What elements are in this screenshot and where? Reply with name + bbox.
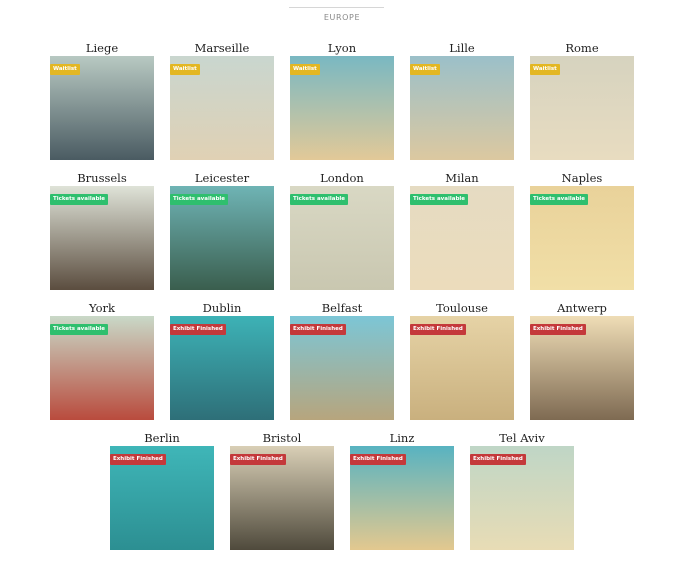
city-name: Lille xyxy=(449,41,475,55)
city-photo[interactable]: Tickets available xyxy=(50,186,154,290)
city-name: Lyon xyxy=(327,41,357,55)
city-row: Berlin Exhibit Finished Bristol Exhibit F… xyxy=(0,431,684,550)
city-name: London xyxy=(320,171,364,185)
city-row: York Tickets available Dublin Exhibit Fin… xyxy=(0,301,684,420)
city-photo[interactable]: Tickets available xyxy=(290,186,394,290)
city-photo[interactable]: Waitlist xyxy=(50,56,154,160)
city-card-lyon[interactable]: Lyon Waitlist xyxy=(290,41,394,160)
status-badge: Exhibit Finished xyxy=(230,454,286,465)
city-card-tel-aviv[interactable]: Tel Aviv Exhibit Finished xyxy=(470,431,574,550)
status-badge: Exhibit Finished xyxy=(350,454,406,465)
city-card-bristol[interactable]: Bristol Exhibit Finished xyxy=(230,431,334,550)
status-badge: Tickets available xyxy=(170,194,228,205)
city-photo[interactable]: Exhibit Finished xyxy=(170,316,274,420)
city-name: Antwerp xyxy=(557,301,607,315)
city-photo[interactable]: Tickets available xyxy=(50,316,154,420)
city-name: Rome xyxy=(565,41,599,55)
city-photo[interactable]: Tickets available xyxy=(410,186,514,290)
city-row: Liege Waitlist Marseille Waitlist Lyon Wai… xyxy=(0,41,684,160)
status-badge: Waitlist xyxy=(50,64,80,75)
status-badge: Waitlist xyxy=(410,64,440,75)
city-card-marseille[interactable]: Marseille Waitlist xyxy=(170,41,274,160)
city-name: Brussels xyxy=(77,171,127,185)
status-badge: Exhibit Finished xyxy=(110,454,166,465)
status-badge: Waitlist xyxy=(290,64,320,75)
city-card-leicester[interactable]: Leicester Tickets available xyxy=(170,171,274,290)
city-photo[interactable]: Exhibit Finished xyxy=(530,316,634,420)
status-badge: Tickets available xyxy=(50,324,108,335)
city-name: Bristol xyxy=(262,431,302,445)
city-photo[interactable]: Exhibit Finished xyxy=(410,316,514,420)
city-name: Tel Aviv xyxy=(499,431,545,445)
city-photo[interactable]: Waitlist xyxy=(170,56,274,160)
city-card-liege[interactable]: Liege Waitlist xyxy=(50,41,154,160)
city-card-belfast[interactable]: Belfast Exhibit Finished xyxy=(290,301,394,420)
city-card-york[interactable]: York Tickets available xyxy=(50,301,154,420)
city-name: York xyxy=(89,301,115,315)
city-name: Liege xyxy=(85,41,119,55)
status-badge: Exhibit Finished xyxy=(530,324,586,335)
city-photo[interactable]: Exhibit Finished xyxy=(350,446,454,550)
status-badge: Tickets available xyxy=(290,194,348,205)
status-badge: Exhibit Finished xyxy=(290,324,346,335)
city-photo[interactable]: Waitlist xyxy=(410,56,514,160)
status-badge: Tickets available xyxy=(410,194,468,205)
city-name: Naples xyxy=(561,171,603,185)
city-name: Linz xyxy=(389,431,415,445)
city-card-berlin[interactable]: Berlin Exhibit Finished xyxy=(110,431,214,550)
city-card-dublin[interactable]: Dublin Exhibit Finished xyxy=(170,301,274,420)
city-photo[interactable]: Waitlist xyxy=(530,56,634,160)
city-photo[interactable]: Exhibit Finished xyxy=(110,446,214,550)
city-name: Marseille xyxy=(194,41,250,55)
city-name: Leicester xyxy=(194,171,250,185)
city-card-toulouse[interactable]: Toulouse Exhibit Finished xyxy=(410,301,514,420)
status-badge: Waitlist xyxy=(530,64,560,75)
city-name: Dublin xyxy=(202,301,242,315)
city-photo[interactable]: Exhibit Finished xyxy=(230,446,334,550)
status-badge: Exhibit Finished xyxy=(170,324,226,335)
city-name: Berlin xyxy=(144,431,180,445)
status-badge: Tickets available xyxy=(530,194,588,205)
city-photo[interactable]: Exhibit Finished xyxy=(470,446,574,550)
city-photo[interactable]: Exhibit Finished xyxy=(290,316,394,420)
city-photo[interactable]: Tickets available xyxy=(530,186,634,290)
city-row: Brussels Tickets available Leicester Tick… xyxy=(0,171,684,290)
city-photo[interactable]: Waitlist xyxy=(290,56,394,160)
city-card-brussels[interactable]: Brussels Tickets available xyxy=(50,171,154,290)
status-badge: Exhibit Finished xyxy=(410,324,466,335)
city-name: Toulouse xyxy=(436,301,488,315)
city-card-london[interactable]: London Tickets available xyxy=(290,171,394,290)
city-card-lille[interactable]: Lille Waitlist xyxy=(410,41,514,160)
status-badge: Exhibit Finished xyxy=(470,454,526,465)
city-name: Milan xyxy=(445,171,479,185)
city-photo[interactable]: Tickets available xyxy=(170,186,274,290)
city-card-antwerp[interactable]: Antwerp Exhibit Finished xyxy=(530,301,634,420)
city-card-naples[interactable]: Naples Tickets available xyxy=(530,171,634,290)
city-card-linz[interactable]: Linz Exhibit Finished xyxy=(350,431,454,550)
city-name: Belfast xyxy=(321,301,363,315)
status-badge: Tickets available xyxy=(50,194,108,205)
city-grid: Liege Waitlist Marseille Waitlist Lyon Wai… xyxy=(0,0,684,562)
city-card-rome[interactable]: Rome Waitlist xyxy=(530,41,634,160)
city-card-milan[interactable]: Milan Tickets available xyxy=(410,171,514,290)
status-badge: Waitlist xyxy=(170,64,200,75)
